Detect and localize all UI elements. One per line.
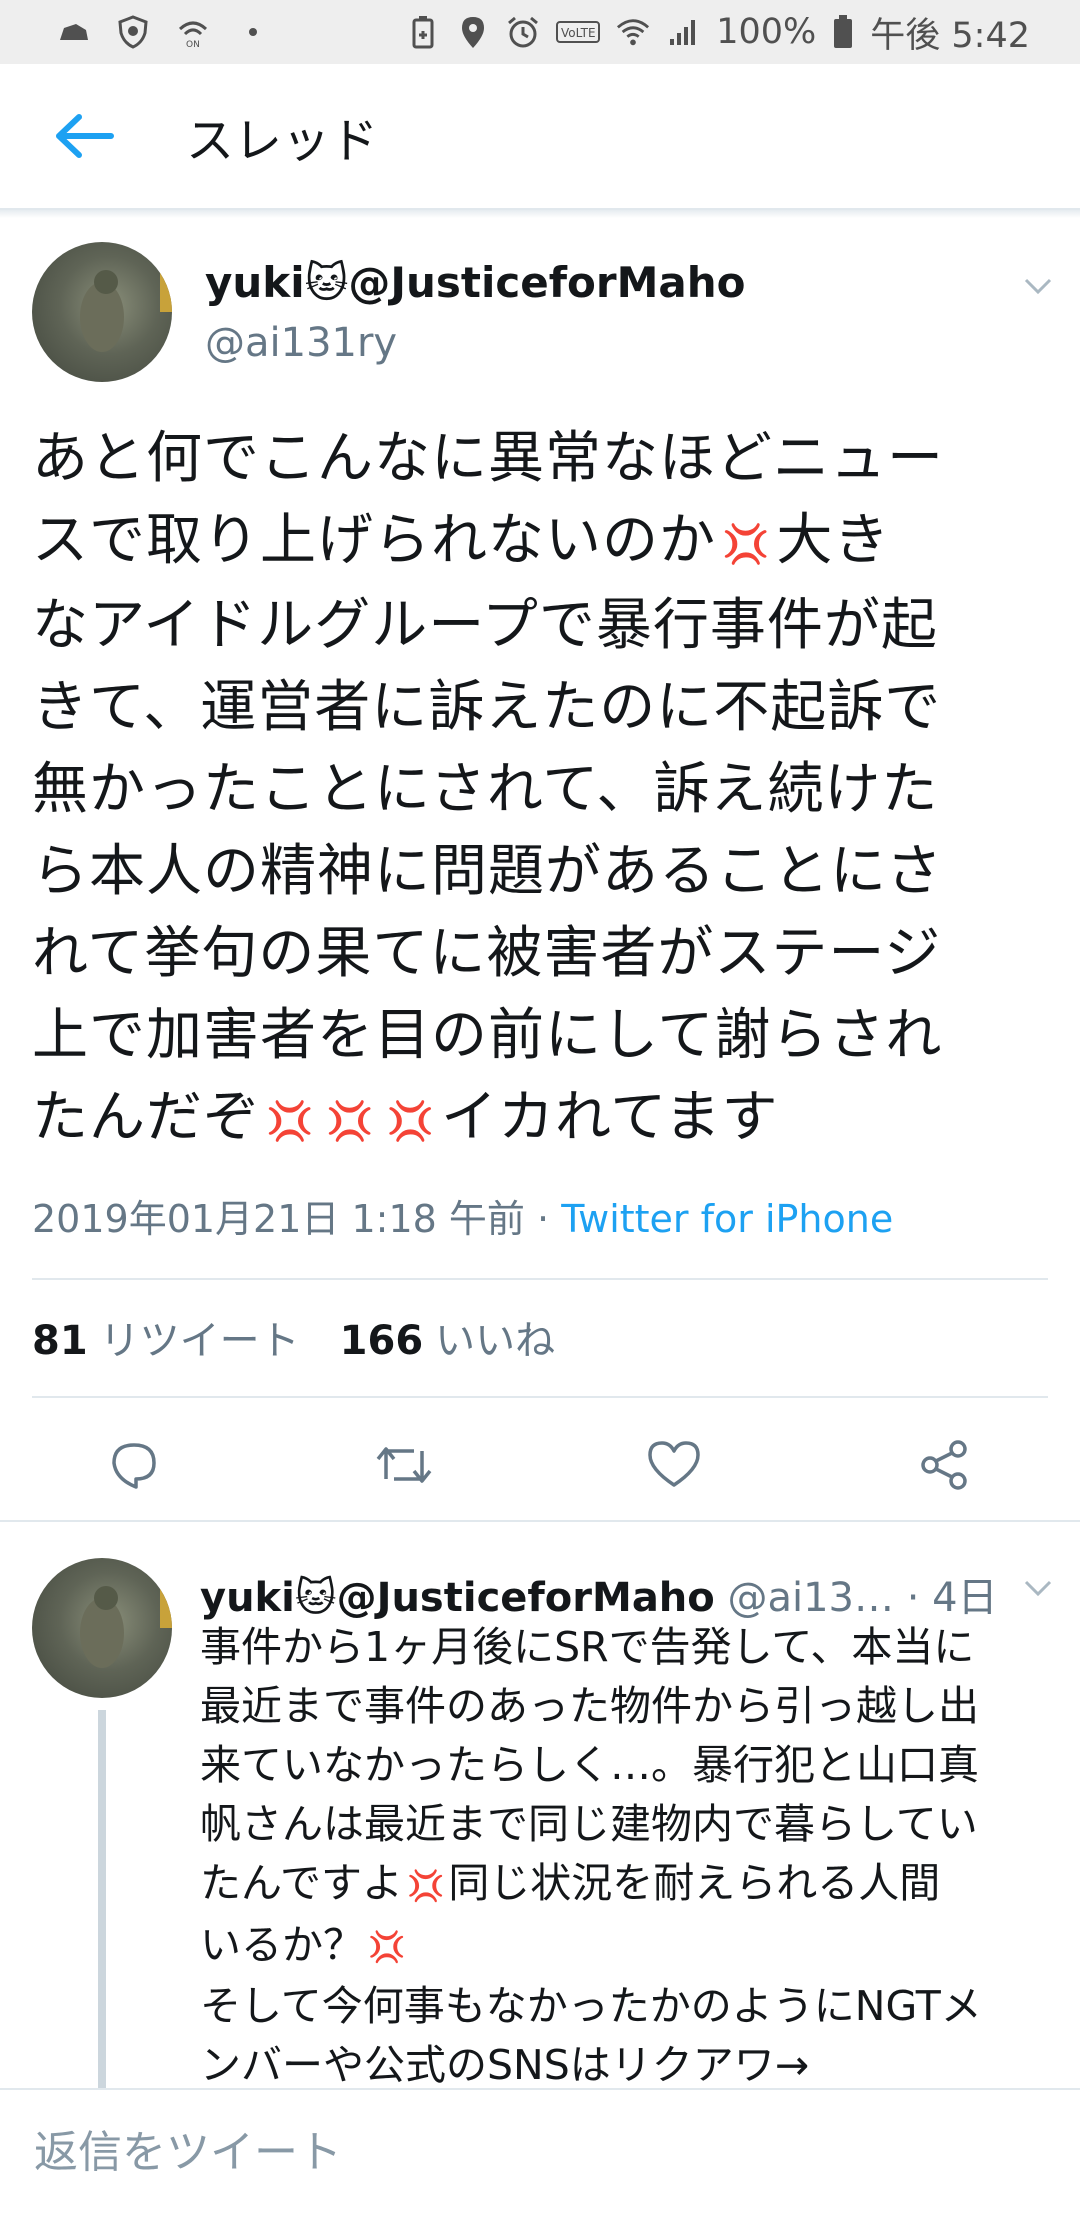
avatar[interactable] — [32, 242, 172, 382]
author-handle[interactable]: @ai131ry — [205, 320, 397, 366]
author-name[interactable]: yuki🐱@JusticeforMaho — [205, 258, 746, 307]
battery-saver-icon — [406, 15, 440, 49]
back-button[interactable] — [40, 91, 130, 181]
reply-time: · 4日 — [906, 1575, 998, 1621]
clock: 午後 5:42 — [870, 15, 1030, 56]
reply-menu-button[interactable] — [1018, 1568, 1058, 1608]
anger-emoji: 💢 — [406, 1868, 445, 1904]
location-icon — [456, 15, 490, 49]
tweet-menu-button[interactable] — [1018, 266, 1058, 306]
reply-line: いるか？ 💢 — [200, 1916, 1050, 1978]
wifi-calling-icon: ON — [176, 15, 210, 49]
reply-line: たんですよ 💢同じ状況を耐えられる人間 — [200, 1854, 1050, 1916]
like-count: 166 — [339, 1318, 424, 1364]
anger-emoji: 💢 — [266, 1098, 315, 1143]
divider — [32, 1396, 1048, 1398]
reply-header: yuki🐱@JusticeforMaho @ai13… · 4日 — [200, 1565, 998, 1623]
tweet-meta: 2019年01月21日 1:18 午前 · Twitter for iPhone — [32, 1188, 893, 1243]
retweet-count: 81 — [32, 1318, 88, 1364]
app-header: スレッド — [0, 64, 1080, 210]
status-bar: ON VoLTE 100% 午後 5:42 — [0, 0, 1080, 64]
reply-line: 帆さんは最近まで同じ建物内で暮らしてい — [200, 1800, 978, 1848]
reply-line: そして今何事もなかったかのようにNGTメ — [200, 1982, 982, 2030]
tweet-stats: 81 リツイート 166 いいね — [32, 1308, 555, 1366]
retweet-stat[interactable]: 81 リツイート — [32, 1308, 300, 1366]
anger-emoji: 💢 — [326, 1098, 375, 1143]
signal-icon — [666, 15, 700, 49]
chevron-down-icon — [1024, 1580, 1052, 1597]
tweet-line: スで取り上げられないのか 💢 大き — [32, 500, 1052, 585]
page-title: スレッド — [186, 113, 379, 169]
anger-emoji: 💢 — [368, 1930, 406, 1965]
status-bar-left: ON — [56, 15, 270, 49]
like-icon — [648, 1441, 700, 1487]
meta-separator: · — [537, 1197, 550, 1241]
tweet-line: 無かったことにされて、訴え続けた — [32, 756, 939, 822]
wifi-icon — [616, 15, 650, 49]
like-button[interactable] — [644, 1435, 704, 1495]
reply-input[interactable] — [32, 2126, 1036, 2179]
reply-avatar[interactable] — [32, 1558, 172, 1698]
retweet-button[interactable] — [374, 1435, 434, 1495]
tweet-line: ら本人の精神に問題があることにさ — [32, 838, 943, 904]
battery-percent: 100% — [716, 12, 817, 52]
tweet-line: きて、運営者に訴えたのに不起訴で — [32, 674, 942, 740]
anger-emoji: 💢 — [386, 1098, 435, 1143]
volte-icon: VoLTE — [556, 15, 601, 49]
dot-icon — [236, 15, 270, 49]
like-stat[interactable]: 166 いいね — [340, 1308, 556, 1366]
thread-line — [98, 1710, 106, 2088]
reply-line: 最近まで事件のあった物件から引っ越し出 — [200, 1682, 979, 1730]
tweet-timestamp: 2019年01月21日 1:18 午前 — [32, 1197, 525, 1241]
reply-compose-bar — [0, 2088, 1080, 2220]
tweet-line: れて挙句の果てに被害者がステージ — [32, 920, 942, 986]
tweet-line: なアイドルグループで暴行事件が起 — [32, 592, 938, 658]
reply-author-handle[interactable]: @ai13… — [727, 1575, 894, 1621]
retweet-label: リツイート — [99, 1318, 300, 1364]
tweet-text: あと何でこんなに異常なほどニュー スで取り上げられないのか 💢 大き なアイドルグル… — [32, 418, 1052, 1162]
reply-line: 事件から1ヶ月後にSRで告発して、本当に — [200, 1623, 975, 1671]
svg-text:VoLTE: VoLTE — [561, 26, 596, 40]
reply-icon — [112, 1443, 156, 1489]
retweet-icon — [376, 1447, 432, 1483]
battery-icon — [832, 15, 854, 49]
tweet-line: たんだぞ 💢 💢 💢 イカれてます — [32, 1077, 1052, 1162]
tweet-source-link[interactable]: Twitter for iPhone — [561, 1197, 893, 1241]
reply-line: 来ていなかったらしく…。暴行犯と山口真 — [200, 1741, 979, 1789]
like-label: いいね — [435, 1318, 556, 1364]
svg-text:ON: ON — [186, 40, 200, 49]
share-button[interactable] — [914, 1435, 974, 1495]
cloud-icon — [56, 15, 90, 49]
chevron-down-icon — [1024, 278, 1052, 295]
shield-icon — [116, 15, 150, 49]
reply-line: ンバーや公式のSNSはリクアワ→ — [200, 2041, 810, 2089]
reply-text[interactable]: 事件から1ヶ月後にSRで告発して、本当に 最近まで事件のあった物件から引っ越し出… — [200, 1618, 1050, 2095]
anger-emoji: 💢 — [722, 521, 771, 566]
reply-author-name[interactable]: yuki🐱@JusticeforMaho — [200, 1575, 715, 1621]
tweet-actions — [0, 1413, 1080, 1523]
header-shadow — [0, 210, 1080, 218]
share-icon — [921, 1440, 967, 1490]
reply-button[interactable] — [104, 1435, 164, 1495]
tweet-line: あと何でこんなに異常なほどニュー — [32, 426, 944, 491]
divider — [32, 1278, 1048, 1280]
section-separator — [0, 1520, 1080, 1522]
tweet-line: 上で加害者を目の前にして謝らされ — [32, 1002, 943, 1068]
status-bar-right: VoLTE 100% 午後 5:42 — [406, 7, 1030, 58]
arrow-left-icon — [56, 114, 114, 158]
alarm-icon — [506, 15, 540, 49]
